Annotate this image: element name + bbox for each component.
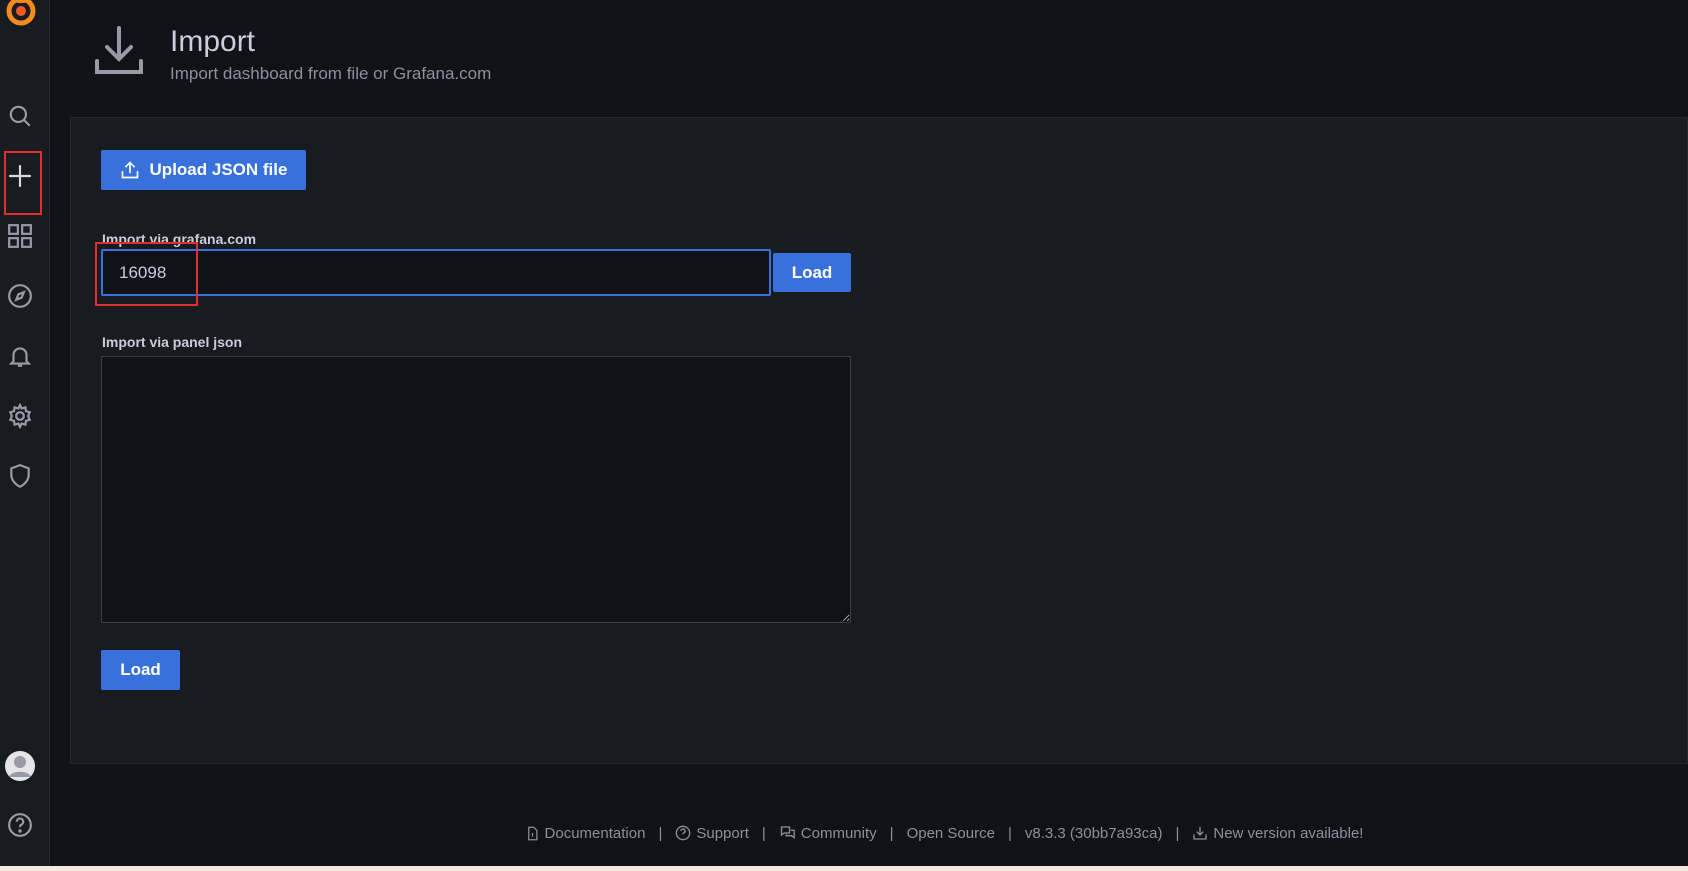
footer-open-source-link[interactable]: Open Source — [907, 825, 995, 842]
footer-new-version-link[interactable]: New version available! — [1192, 825, 1363, 842]
footer-separator: | — [889, 824, 894, 842]
grafana-com-id-input[interactable] — [101, 249, 771, 296]
explore-icon[interactable] — [0, 276, 40, 316]
page-subtitle: Import dashboard from file or Grafana.co… — [170, 64, 492, 83]
footer-documentation-label: Documentation — [544, 824, 646, 842]
footer-documentation-link[interactable]: Documentation — [525, 824, 646, 842]
import-panel: Upload JSON file Import via grafana.com … — [70, 117, 1688, 764]
footer-community-label: Community — [800, 824, 877, 842]
footer-version-label: v8.3.3 (30bb7a93ca) — [1024, 824, 1163, 842]
bell-icon[interactable] — [0, 336, 40, 376]
grafana-logo-icon[interactable] — [4, 0, 38, 28]
footer: Documentation | Support | Community | Op… — [50, 821, 1688, 845]
download-icon — [1193, 827, 1208, 840]
footer-separator: | — [1175, 824, 1180, 842]
footer-separator: | — [658, 824, 663, 842]
panel-json-label: Import via panel json — [102, 334, 243, 350]
load-json-button[interactable]: Load — [101, 650, 180, 690]
gear-icon[interactable] — [0, 396, 40, 436]
search-icon[interactable] — [0, 96, 40, 136]
comments-icon — [780, 826, 795, 839]
footer-community-link[interactable]: Community — [779, 825, 877, 842]
help-icon[interactable] — [0, 805, 40, 845]
load-grafana-com-button[interactable]: Load — [773, 253, 851, 292]
shield-icon[interactable] — [0, 456, 40, 496]
main-area: Import Import dashboard from file or Gra… — [50, 0, 1688, 866]
footer-support-link[interactable]: Support — [675, 825, 749, 842]
dashboards-icon[interactable] — [0, 216, 40, 256]
grafana-com-label: Import via grafana.com — [102, 231, 257, 247]
question-circle-icon — [676, 825, 691, 841]
panel-json-textarea[interactable] — [101, 356, 851, 623]
footer-new-version-label: New version available! — [1213, 824, 1364, 842]
footer-separator: | — [1007, 824, 1012, 842]
bottom-strip — [0, 866, 1688, 871]
upload-icon — [121, 161, 138, 179]
download-icon — [92, 24, 146, 83]
avatar[interactable] — [0, 746, 40, 786]
footer-open-source-label: Open Source — [906, 824, 995, 842]
upload-json-button[interactable]: Upload JSON file — [101, 150, 306, 190]
document-icon — [527, 826, 538, 840]
footer-separator: | — [761, 824, 766, 842]
sidebar-create-highlight — [4, 151, 42, 215]
footer-support-label: Support — [696, 824, 749, 842]
page-title: Import — [170, 25, 256, 58]
upload-button-label: Upload JSON file — [149, 160, 288, 179]
footer-version: v8.3.3 (30bb7a93ca) — [1025, 825, 1163, 842]
sidebar — [0, 0, 50, 866]
page-header: Import Import dashboard from file or Gra… — [50, 0, 1688, 117]
